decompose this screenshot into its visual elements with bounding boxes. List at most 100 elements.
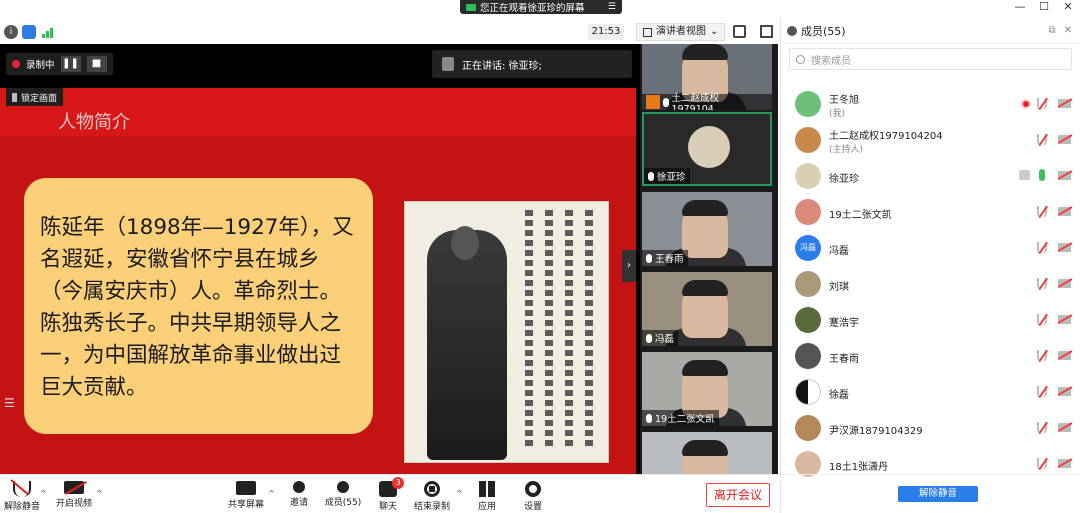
minimize-button[interactable]: — — [1008, 0, 1032, 16]
video-tile[interactable]: 19土二张文凯 — [642, 352, 772, 426]
popout-icon[interactable]: ⧉ — [1048, 25, 1055, 36]
search-placeholder: 搜索成员 — [811, 55, 851, 67]
sidebar-toggle-icon[interactable] — [760, 25, 773, 38]
panel-footer-divider — [780, 474, 1080, 475]
mic-muted-icon[interactable] — [1037, 206, 1047, 218]
member-row[interactable]: 18土1张潇丹 — [781, 446, 1080, 482]
lock-view-label: 锁定画面 — [21, 93, 58, 104]
video-tile-caption: 冯磊 — [642, 330, 679, 346]
camera-off-icon[interactable] — [1058, 423, 1071, 432]
mic-active-icon[interactable] — [1039, 169, 1045, 181]
member-row[interactable]: 王春雨 — [781, 338, 1080, 374]
settings-button[interactable]: 设置 — [507, 481, 559, 512]
close-panel-icon[interactable]: ✕ — [1064, 25, 1072, 36]
video-tile-name: 王春雨 — [655, 254, 684, 265]
camera-off-icon[interactable] — [1058, 351, 1071, 360]
member-row[interactable]: 19土二张文凯 — [781, 194, 1080, 230]
member-row[interactable]: 徐磊 — [781, 374, 1080, 410]
end-recording-button[interactable]: 结束录制 — [406, 481, 458, 512]
view-mode-button[interactable]: 演讲者视图 ⌄ — [636, 23, 726, 41]
stop-recording-button[interactable]: ■ — [86, 56, 107, 72]
member-avatar — [795, 307, 821, 333]
video-options-caret[interactable]: ^ — [96, 489, 103, 498]
camera-off-icon[interactable] — [1058, 279, 1071, 288]
camera-off-icon[interactable] — [1058, 459, 1071, 468]
mic-muted-icon[interactable] — [1037, 278, 1047, 290]
video-tile-caption: 土二赵成权1979104... — [642, 93, 772, 110]
mic-muted-icon[interactable] — [1037, 242, 1047, 254]
mic-muted-icon[interactable] — [1037, 350, 1047, 362]
member-row[interactable]: 刘琪 — [781, 266, 1080, 302]
slide-body-text: 陈延年（1898年—1927年），又名遐延，安徽省怀宁县在城乡（今属安庆市）人。… — [40, 215, 354, 400]
signal-icon[interactable] — [42, 26, 56, 38]
member-row[interactable]: 尹汉源1879104329 — [781, 410, 1080, 446]
grid-icon — [643, 27, 652, 37]
video-tile[interactable]: 冯磊 — [642, 272, 772, 346]
apps-button[interactable]: 应用 — [461, 481, 513, 512]
member-row[interactable]: 徐亚珍 — [781, 158, 1080, 194]
unmute-all-button[interactable]: 解除静音 — [898, 486, 978, 502]
camera-off-icon[interactable] — [1058, 135, 1071, 144]
camera-icon — [466, 3, 476, 11]
lock-view-button[interactable]: 锁定画面 — [6, 88, 64, 106]
screen-share-icon — [1019, 170, 1030, 180]
member-row[interactable]: 王冬旭 (我) — [781, 86, 1080, 122]
member-name: 徐亚珍 — [829, 174, 859, 185]
share-screen-button[interactable]: 共享屏幕 — [220, 481, 272, 510]
start-video-button[interactable]: 开启视频 — [48, 481, 100, 509]
share-screen-icon — [236, 481, 256, 495]
mic-icon — [662, 97, 669, 107]
shared-screen: 人物简介 陈延年（1898年—1927年），又名遐延，安徽省怀宁县在城乡（今属安… — [0, 44, 640, 474]
gear-icon — [525, 481, 541, 497]
mic-muted-icon[interactable] — [1037, 134, 1047, 146]
unmute-label: 解除静音 — [3, 502, 40, 512]
pause-recording-button[interactable]: ❚❚ — [60, 56, 81, 72]
panel-controls: ⧉ ✕ — [1048, 25, 1072, 36]
video-tile[interactable]: 土二赵成权1979104... — [642, 44, 772, 110]
fullscreen-icon[interactable] — [733, 25, 746, 38]
recording-status-icon — [1021, 99, 1031, 109]
member-search-input[interactable]: 搜索成员 — [789, 48, 1072, 70]
mic-muted-icon[interactable] — [1037, 422, 1047, 434]
collapse-videos-button[interactable]: › — [622, 250, 636, 282]
member-row[interactable]: 冯磊 冯磊 — [781, 230, 1080, 266]
camera-off-icon[interactable] — [1058, 243, 1071, 252]
participant-hair — [682, 44, 728, 60]
video-tile[interactable]: 徐亚珍 — [642, 112, 772, 186]
member-name: 土二赵成权1979104204 — [829, 131, 943, 142]
member-role: (主持人) — [829, 145, 864, 155]
info-icon[interactable]: i — [4, 25, 18, 39]
portrait-figure — [427, 230, 507, 460]
shield-icon[interactable] — [22, 25, 36, 39]
menu-icon[interactable]: ☰ — [608, 2, 616, 12]
mic-muted-icon[interactable] — [1037, 98, 1047, 110]
member-list: 王冬旭 (我) 土二赵成权1979104204 (主持人) 徐亚珍 19土二张文… — [781, 86, 1080, 482]
mic-muted-icon[interactable] — [1037, 458, 1047, 470]
camera-off-icon[interactable] — [1058, 315, 1071, 324]
video-tile[interactable] — [642, 432, 772, 474]
video-tile-name: 19土二张文凯 — [655, 414, 715, 425]
member-avatar — [795, 379, 821, 405]
camera-off-icon[interactable] — [1058, 207, 1071, 216]
recording-indicator: 录制中 ❚❚ ■ — [6, 53, 113, 75]
meeting-top-bar: i 21:53 演讲者视图 ⌄ — [0, 20, 780, 44]
apps-label: 应用 — [477, 502, 496, 512]
camera-off-icon[interactable] — [1058, 171, 1071, 180]
list-icon[interactable]: ☰ — [4, 396, 15, 410]
mic-muted-icon[interactable] — [1037, 386, 1047, 398]
audio-options-caret[interactable]: ^ — [40, 489, 47, 498]
member-avatar — [795, 271, 821, 297]
calligraphy-column — [545, 210, 553, 450]
leave-meeting-button[interactable]: 离开会议 — [706, 483, 770, 507]
member-row[interactable]: 土二赵成权1979104204 (主持人) — [781, 122, 1080, 158]
video-tile-name: 冯磊 — [655, 334, 675, 345]
video-tile[interactable]: 王春雨 — [642, 192, 772, 266]
record-stop-icon — [424, 481, 440, 497]
mic-muted-icon[interactable] — [1037, 314, 1047, 326]
camera-off-icon[interactable] — [1058, 387, 1071, 396]
camera-off-icon[interactable] — [1058, 99, 1071, 108]
member-row[interactable]: 蹇浩宇 — [781, 302, 1080, 338]
maximize-button[interactable]: ☐ — [1032, 0, 1056, 16]
screen-share-banner[interactable]: 您正在观看徐亚珍的屏幕 ☰ — [460, 0, 622, 14]
close-button[interactable]: ✕ — [1056, 0, 1080, 16]
